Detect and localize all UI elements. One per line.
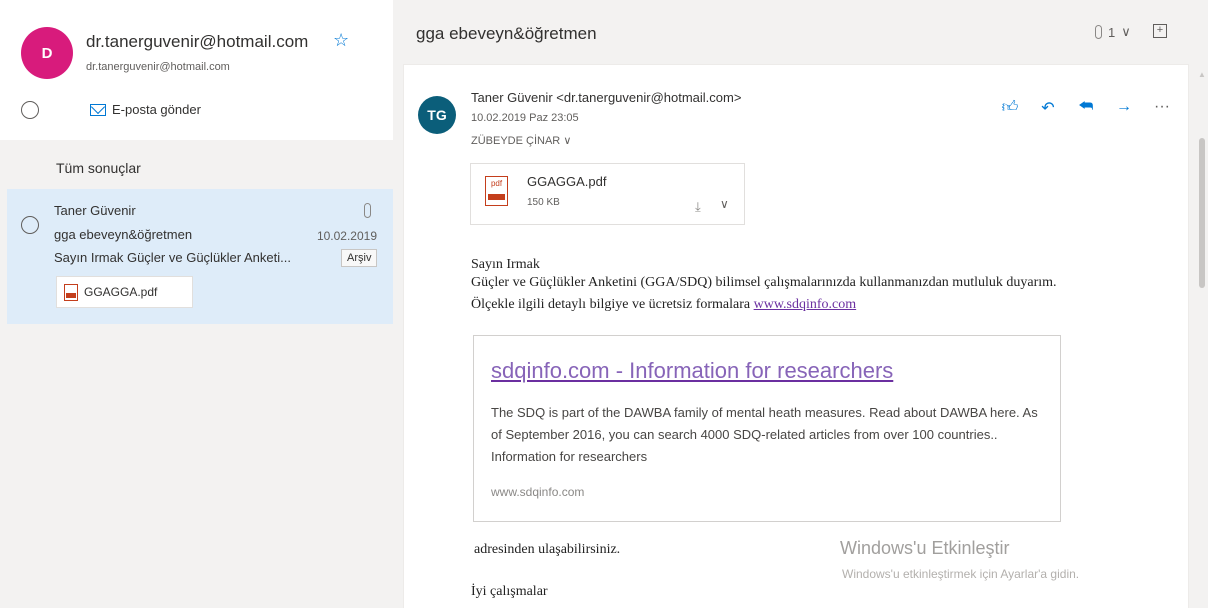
mail-icon bbox=[90, 103, 106, 116]
outlook-window: D dr.tanerguvenir@hotmail.com ☆ dr.taner… bbox=[0, 0, 1208, 608]
download-icon[interactable]: ⤓ bbox=[695, 199, 701, 215]
message-date: 10.02.2019 bbox=[316, 229, 377, 243]
paperclip-icon bbox=[364, 203, 371, 218]
reply-all-icon[interactable]: ⮪ bbox=[1076, 98, 1096, 118]
reply-icon[interactable]: ↶ bbox=[1038, 98, 1058, 118]
star-icon[interactable]: ☆ bbox=[333, 30, 349, 51]
scrollbar[interactable] bbox=[1199, 138, 1205, 288]
message-sender: Taner Güvenir bbox=[54, 203, 136, 218]
send-email-label: E-posta gönder bbox=[112, 102, 201, 117]
activation-watermark-title: Windows'u Etkinleştir bbox=[840, 538, 1010, 558]
select-all-radio[interactable] bbox=[21, 101, 39, 119]
attachment-size: 150 KB bbox=[527, 197, 560, 208]
chevron-down-icon: ∨ bbox=[1121, 24, 1131, 39]
message-preview: Sayın Irmak Güçler ve Güçlükler Anketi..… bbox=[54, 250, 291, 265]
body-line-2: Ölçekle ilgili detaylı bilgiye ve ücrets… bbox=[471, 297, 856, 313]
body-line-3: adresinden ulaşabilirsiniz. bbox=[474, 542, 621, 557]
like-icon[interactable]: 👍︎ bbox=[1000, 98, 1020, 118]
chevron-down-icon: ∨ bbox=[563, 135, 572, 147]
send-email-button[interactable]: E-posta gönder bbox=[90, 102, 201, 117]
sdqinfo-link[interactable]: www.sdqinfo.com bbox=[754, 297, 857, 312]
link-preview-title[interactable]: sdqinfo.com - Information for researcher… bbox=[491, 358, 893, 384]
avatar[interactable]: D bbox=[21, 27, 73, 79]
sender-avatar[interactable]: TG bbox=[418, 96, 456, 134]
body-closing: İyi çalışmalar bbox=[471, 584, 548, 599]
recipient-name: ZÜBEYDE ÇİNAR bbox=[471, 135, 561, 147]
message-from[interactable]: Taner Güvenir <dr.tanerguvenir@hotmail.c… bbox=[471, 90, 741, 105]
select-message-radio[interactable] bbox=[21, 216, 39, 234]
message-card: TG Taner Güvenir <dr.tanerguvenir@hotmai… bbox=[403, 64, 1189, 608]
activation-watermark-subtitle: Windows'u etkinleştirmek için Ayarlar'a … bbox=[842, 567, 1080, 581]
link-preview-domain: www.sdqinfo.com bbox=[491, 485, 585, 499]
reading-pane: gga ebeveyn&öğretmen 1 ∨ + ▲ TG Taner Gü… bbox=[393, 0, 1208, 608]
attachment-card[interactable]: pdf GGAGGA.pdf 150 KB ⤓ ∨ bbox=[470, 163, 745, 225]
forward-icon[interactable]: → bbox=[1114, 98, 1134, 118]
results-header: Tüm sonuçlar bbox=[56, 160, 141, 176]
more-icon[interactable]: ··· bbox=[1152, 98, 1172, 118]
link-preview-card[interactable]: sdqinfo.com - Information for researcher… bbox=[473, 335, 1061, 522]
message-actions: 👍︎ ↶ ⮪ → ··· bbox=[1000, 98, 1172, 118]
list-item[interactable]: Taner Güvenir gga ebeveyn&öğretmen 10.02… bbox=[7, 189, 393, 324]
attachment-name: GGAGGA.pdf bbox=[84, 285, 158, 299]
pdf-icon: pdf bbox=[485, 176, 508, 206]
pdf-icon bbox=[64, 283, 78, 301]
message-subject: gga ebeveyn&öğretmen bbox=[54, 227, 193, 242]
scroll-up-icon[interactable]: ▲ bbox=[1198, 70, 1206, 79]
link-preview-description: The SDQ is part of the DAWBA family of m… bbox=[491, 405, 1038, 464]
people-search-pane: D dr.tanerguvenir@hotmail.com ☆ dr.taner… bbox=[0, 0, 393, 608]
message-sent-date: 10.02.2019 Paz 23:05 bbox=[471, 112, 579, 124]
subject-bar: gga ebeveyn&öğretmen 1 ∨ + bbox=[393, 0, 1208, 68]
attachment-count: 1 bbox=[1108, 24, 1116, 40]
attachment-chip[interactable]: GGAGGA.pdf bbox=[56, 276, 193, 308]
body-line-2-text: Ölçekle ilgili detaylı bilgiye ve ücrets… bbox=[471, 297, 754, 312]
body-greeting: Sayın Irmak bbox=[471, 257, 540, 272]
popout-icon[interactable]: + bbox=[1153, 24, 1167, 38]
body-line-1: Güçler ve Güçlükler Anketini (GGA/SDQ) b… bbox=[471, 275, 1057, 290]
chevron-down-icon[interactable]: ∨ bbox=[720, 197, 729, 211]
contact-card: D dr.tanerguvenir@hotmail.com ☆ dr.taner… bbox=[0, 0, 393, 140]
contact-name: dr.tanerguvenir@hotmail.com bbox=[86, 32, 309, 51]
attachment-count-dropdown[interactable]: 1 ∨ bbox=[1095, 24, 1131, 40]
page-title: gga ebeveyn&öğretmen bbox=[416, 24, 597, 43]
message-recipient[interactable]: ZÜBEYDE ÇİNAR ∨ bbox=[471, 134, 571, 147]
paperclip-icon bbox=[1095, 25, 1102, 39]
contact-email: dr.tanerguvenir@hotmail.com bbox=[86, 61, 230, 73]
archive-button[interactable]: Arşiv bbox=[341, 249, 378, 267]
attachment-name: GGAGGA.pdf bbox=[527, 174, 607, 189]
